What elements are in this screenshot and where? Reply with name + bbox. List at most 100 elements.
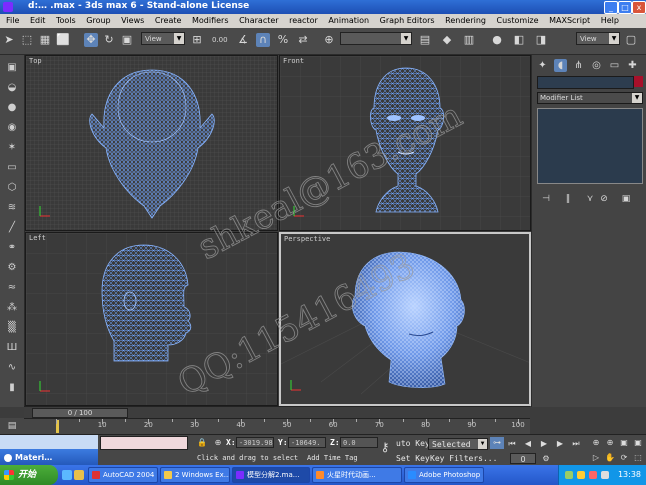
select-and-scale-icon[interactable]: ▣: [120, 33, 134, 47]
modifier-stack[interactable]: [537, 108, 643, 184]
select-by-name-icon[interactable]: ▦: [38, 33, 52, 47]
named-selection-dropdown[interactable]: ▼: [340, 32, 412, 45]
modify-icon[interactable]: ◒: [5, 81, 19, 95]
menu-rendering[interactable]: Rendering: [445, 14, 486, 28]
close-button[interactable]: x: [632, 1, 646, 14]
wind-icon[interactable]: ≈: [5, 281, 19, 295]
space-warp-icon[interactable]: ≋: [5, 201, 19, 215]
menu-tools[interactable]: Tools: [56, 14, 76, 28]
minimize-button[interactable]: _: [604, 1, 618, 14]
brush-icon[interactable]: ╱: [5, 221, 19, 235]
viewport-front[interactable]: Front: [279, 55, 531, 231]
next-frame-icon[interactable]: ▶: [554, 438, 566, 449]
taskbar-item-photoshop[interactable]: Adobe Photoshop: [404, 467, 484, 483]
quicklaunch-ie-icon[interactable]: [62, 470, 72, 480]
quick-render-icon[interactable]: ◨: [534, 33, 548, 47]
configure-sets-icon[interactable]: ▣: [620, 193, 632, 205]
auto-key-button[interactable]: uto Key: [396, 439, 430, 448]
spinner-snap-icon[interactable]: 0.00: [212, 33, 228, 47]
material-editor-icon[interactable]: ●: [490, 33, 504, 47]
menu-animation[interactable]: Animation: [328, 14, 369, 28]
previous-frame-icon[interactable]: ◀: [522, 438, 534, 449]
sphere-icon[interactable]: ●: [5, 101, 19, 115]
menu-edit[interactable]: Edit: [30, 14, 46, 28]
maximize-button[interactable]: □: [618, 1, 632, 14]
camera-icon[interactable]: ◉: [5, 121, 19, 135]
align-icon[interactable]: ⊕: [322, 33, 336, 47]
menu-modifiers[interactable]: Modifiers: [192, 14, 229, 28]
show-end-result-icon[interactable]: ‖: [562, 193, 574, 205]
go-to-start-icon[interactable]: ⏮: [506, 438, 518, 449]
zoom-extents-all-icon[interactable]: ▣: [632, 437, 644, 448]
ime-icon[interactable]: [601, 471, 609, 479]
utilities-tab-icon[interactable]: ✚: [626, 59, 639, 72]
play-icon[interactable]: ▶: [538, 438, 550, 449]
create-geometry-icon[interactable]: ▣: [5, 61, 19, 75]
time-slider-knob[interactable]: 0 / 100: [32, 408, 128, 418]
pin-stack-icon[interactable]: ⊣: [540, 193, 552, 205]
key-filters-button[interactable]: Key Filters...: [430, 454, 497, 463]
select-arrow-icon[interactable]: ➤: [2, 33, 16, 47]
viewport-perspective[interactable]: Perspective: [279, 232, 531, 406]
y-coord-field[interactable]: -10649.: [288, 437, 326, 448]
volume-icon[interactable]: [577, 471, 585, 479]
curve-editor-icon[interactable]: ◆: [440, 33, 454, 47]
zoom-icon[interactable]: ⊕: [590, 437, 602, 448]
viewport-label-perspective[interactable]: Perspective: [284, 235, 330, 243]
helper-icon[interactable]: ▭: [5, 161, 19, 175]
cylinder-icon[interactable]: ⬡: [5, 181, 19, 195]
material-editor-window[interactable]: Materi…: [0, 435, 98, 466]
menu-help[interactable]: Help: [601, 14, 619, 28]
mini-curve-editor-icon[interactable]: ▤: [0, 418, 24, 434]
menu-group[interactable]: Group: [86, 14, 110, 28]
taskbar-item-explorer[interactable]: 2 Windows Ex...: [160, 467, 230, 483]
angle-snap-icon[interactable]: ∡: [236, 33, 250, 47]
render-last-icon[interactable]: ▢: [624, 33, 638, 47]
menu-maxscript[interactable]: MAXScript: [549, 14, 590, 28]
key-mode-dropdown[interactable]: Selected ▼: [428, 438, 488, 450]
menu-reactor[interactable]: reactor: [289, 14, 318, 28]
render-scene-icon[interactable]: ◧: [512, 33, 526, 47]
x-coord-field[interactable]: -3019.98: [236, 437, 274, 448]
antivirus-icon[interactable]: [589, 471, 597, 479]
taskbar-item-autocad[interactable]: AutoCAD 2004 ...: [88, 467, 158, 483]
percent-snap-icon[interactable]: %: [276, 33, 290, 47]
clock[interactable]: 13:38: [618, 470, 641, 479]
rope-icon[interactable]: ∿: [5, 361, 19, 375]
display-tab-icon[interactable]: ▭: [608, 59, 621, 72]
menu-character[interactable]: Character: [239, 14, 279, 28]
reference-coordinate-dropdown[interactable]: View ▼: [141, 32, 185, 45]
maximize-viewport-icon[interactable]: ⬚: [632, 452, 644, 463]
pan-icon[interactable]: ✋: [604, 452, 616, 463]
go-to-end-icon[interactable]: ⏭: [570, 438, 582, 449]
add-time-tag-button[interactable]: Add Time Tag: [307, 454, 358, 462]
current-frame-field[interactable]: 0: [510, 453, 536, 464]
field-of-view-icon[interactable]: ▷: [590, 452, 602, 463]
mirror-icon[interactable]: ⇄: [296, 33, 310, 47]
modifier-list-dropdown[interactable]: Modifier List ▼: [537, 92, 643, 104]
viewport-label-front[interactable]: Front: [283, 57, 304, 65]
material-editor-titlebar[interactable]: Materi…: [0, 449, 98, 466]
viewport-left[interactable]: Left: [25, 232, 278, 406]
select-and-move-icon[interactable]: ✥: [84, 33, 98, 47]
display-icon[interactable]: ▮: [5, 381, 19, 395]
select-and-rotate-icon[interactable]: ↻: [102, 33, 116, 47]
viewport-label-top[interactable]: Top: [29, 57, 42, 65]
set-key-icon[interactable]: ⊶: [490, 437, 504, 449]
set-key-button[interactable]: Set Key: [396, 454, 430, 463]
menu-views[interactable]: Views: [121, 14, 144, 28]
select-region-icon[interactable]: ⬚: [20, 33, 34, 47]
viewport-top[interactable]: Top: [25, 55, 278, 231]
network-icon[interactable]: [565, 471, 573, 479]
lattice-icon[interactable]: ▒: [5, 321, 19, 335]
absolute-mode-icon[interactable]: ⊕: [212, 437, 224, 448]
object-color-swatch[interactable]: [634, 76, 643, 87]
hierarchy-tab-icon[interactable]: ⋔: [572, 59, 585, 72]
magnet-snap-icon[interactable]: ∩: [256, 33, 270, 47]
pivot-center-icon[interactable]: ⊞: [190, 33, 204, 47]
zoom-all-icon[interactable]: ⊕: [604, 437, 616, 448]
make-unique-icon[interactable]: ⋎: [584, 193, 596, 205]
track-bar[interactable]: 10 20 30 40 50 60 70 80 90 100: [24, 418, 530, 435]
hair-icon[interactable]: Ш: [5, 341, 19, 355]
rectangular-selection-icon[interactable]: ⬜: [56, 33, 70, 47]
